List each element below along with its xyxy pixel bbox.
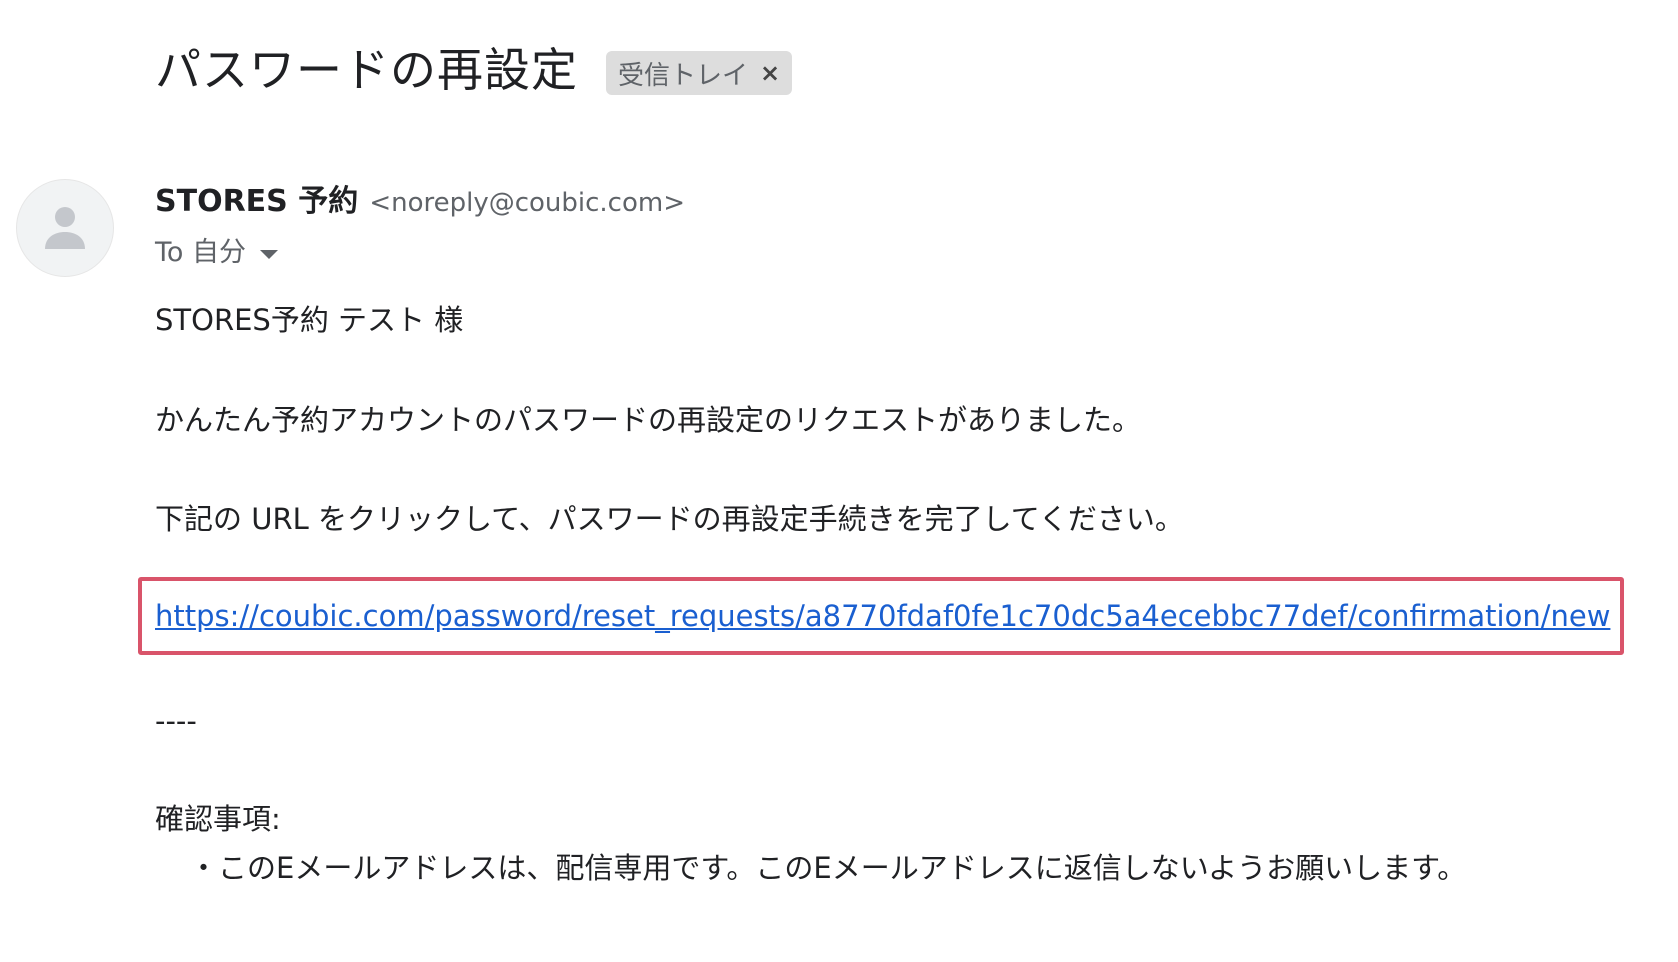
inbox-label-text: 受信トレイ <box>618 60 749 91</box>
remove-label-icon[interactable]: × <box>760 59 780 87</box>
notes-heading: 確認事項: <box>155 802 281 836</box>
sender-avatar[interactable] <box>16 179 114 277</box>
recipient-text: To 自分 <box>155 237 247 268</box>
recipient-row[interactable]: To 自分 <box>155 233 279 273</box>
body-line-instruction: 下記の URL をクリックして、パスワードの再設定手続きを完了してください。 <box>155 502 1184 536</box>
subject-row: パスワードの再設定 受信トレイ × <box>155 38 793 102</box>
password-reset-link[interactable]: https://coubic.com/password/reset_reques… <box>155 596 1610 636</box>
person-icon <box>45 207 85 249</box>
separator-line: ---- <box>155 704 197 738</box>
note-item: ・このEメールアドレスは、配信専用です。このEメールアドレスに返信しないようお願… <box>189 851 1467 885</box>
sender-name[interactable]: STORES 予約 <box>155 184 358 219</box>
recipient-details-caret-icon[interactable] <box>260 249 279 259</box>
sender-row: STORES 予約 <noreply@coubic.com> <box>155 182 685 226</box>
body-line-request: かんたん予約アカウントのパスワードの再設定のリクエストがありました。 <box>155 403 1142 437</box>
inbox-label-chip[interactable]: 受信トレイ × <box>606 51 793 95</box>
message-subject: パスワードの再設定 <box>155 43 578 97</box>
sender-email: <noreply@coubic.com> <box>369 188 685 218</box>
greeting-text: STORES予約 テスト 様 <box>155 303 464 337</box>
